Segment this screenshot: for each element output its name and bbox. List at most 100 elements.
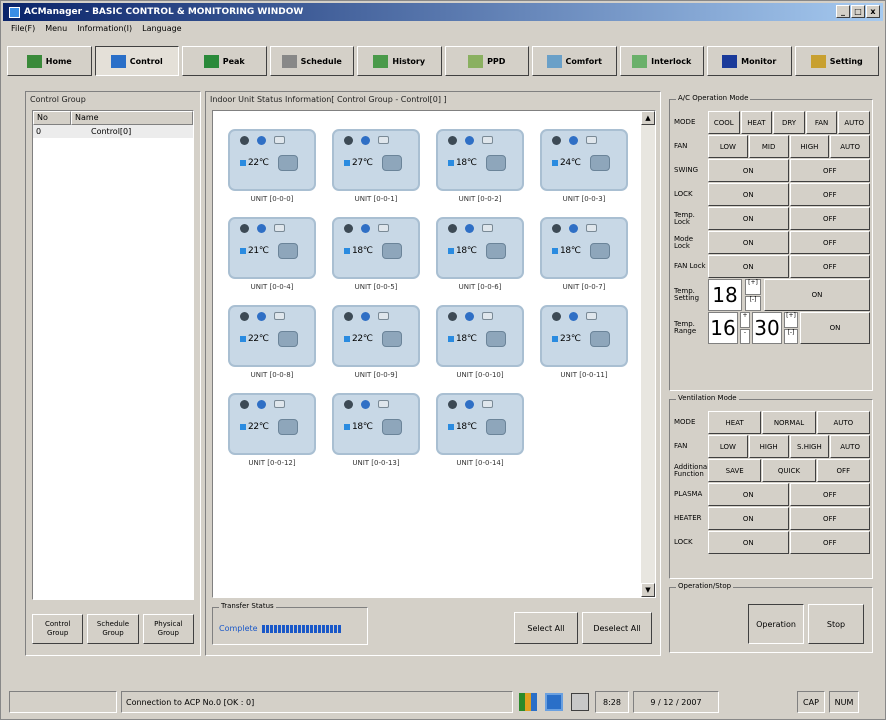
toolbar-setting-button[interactable]: Setting [794,46,879,76]
toolbar-monitor-button[interactable]: Monitor [707,46,792,76]
ac-fan-lock-on-button[interactable]: ON [708,255,789,278]
toolbar-schedule-button[interactable]: Schedule [269,46,354,76]
ac-mode-lock-off-button[interactable]: OFF [789,231,870,254]
vent-mode-normal-button[interactable]: NORMAL [762,411,816,434]
unit-card[interactable]: 22℃ [332,305,420,367]
toolbar-interlock-button[interactable]: Interlock [619,46,704,76]
ac-lock-on-button[interactable]: ON [708,183,789,206]
toolbar-control-button[interactable]: Control [94,46,179,76]
menu-information[interactable]: Information(I) [77,24,132,35]
menu-menu[interactable]: Menu [45,24,67,35]
unit-card[interactable]: 18℃ [436,393,524,455]
ac-mode-heat-button[interactable]: HEAT [740,111,773,134]
temp-range-high-decrease-button[interactable]: [-] [784,328,798,344]
ac-fan-lock-off-button[interactable]: OFF [789,255,870,278]
vent-save-button[interactable]: SAVE [708,459,762,482]
unit-card[interactable]: 21℃ [228,217,316,279]
ac-swing-on-button[interactable]: ON [708,159,789,182]
vent-heater-on-button[interactable]: ON [708,507,789,530]
indoor-unit[interactable]: 24℃ UNIT [0-0-3] [537,129,631,203]
unit-card[interactable]: 23℃ [540,305,628,367]
indoor-unit[interactable]: 18℃ UNIT [0-0-7] [537,217,631,291]
unit-card[interactable]: 18℃ [332,217,420,279]
unit-card[interactable]: 22℃ [228,393,316,455]
acp-status-icon[interactable] [545,693,563,711]
ac-fan-auto-button[interactable]: AUTO [830,135,870,158]
indoor-unit[interactable]: 18℃ UNIT [0-0-2] [433,129,527,203]
indoor-unit[interactable]: 18℃ UNIT [0-0-13] [329,393,423,467]
col-header-no[interactable]: No [33,111,71,125]
operation-button[interactable]: Operation [748,604,804,644]
temp-range-low-value[interactable]: 16 [708,312,738,344]
vent-mode-heat-button[interactable]: HEAT [708,411,762,434]
group-row[interactable]: 0 Control[0] [33,125,193,138]
ac-mode-dry-button[interactable]: DRY [773,111,805,134]
vent-fan-shigh-button[interactable]: S.HIGH [789,435,830,458]
menu-language[interactable]: Language [142,24,181,35]
temp-range-high-value[interactable]: 30 [752,312,782,344]
vent-plasma-off-button[interactable]: OFF [789,483,870,506]
unit-card[interactable]: 18℃ [332,393,420,455]
menu-file[interactable]: File(F) [11,24,35,35]
col-header-name[interactable]: Name [71,111,193,125]
deselect-all-button[interactable]: Deselect All [582,612,652,644]
ac-fan-low-button[interactable]: LOW [708,135,748,158]
ac-mode-lock-on-button[interactable]: ON [708,231,789,254]
unit-card[interactable]: 18℃ [540,217,628,279]
indoor-unit[interactable]: 18℃ UNIT [0-0-6] [433,217,527,291]
network-status-icon[interactable] [519,693,537,711]
ac-mode-cool-button[interactable]: COOL [708,111,740,134]
minimize-button[interactable]: _ [836,5,850,18]
temp-range-high-increase-button[interactable]: [+] [784,312,798,328]
scroll-down-arrow-icon[interactable]: ▼ [641,583,655,597]
vent-additional-off-button[interactable]: OFF [816,459,870,482]
indoor-unit[interactable]: 22℃ UNIT [0-0-8] [225,305,319,379]
indoor-unit[interactable]: 22℃ UNIT [0-0-9] [329,305,423,379]
schedule-group-button[interactable]: Schedule Group [87,614,139,644]
physical-group-button[interactable]: Physical Group [142,614,194,644]
unit-card[interactable]: 22℃ [228,129,316,191]
unit-card[interactable]: 27℃ [332,129,420,191]
vent-quick-button[interactable]: QUICK [762,459,816,482]
vent-plasma-on-button[interactable]: ON [708,483,789,506]
temp-range-low-decrease-button[interactable]: - [740,328,750,344]
ac-fan-high-button[interactable]: HIGH [789,135,830,158]
ac-fan-mid-button[interactable]: MID [748,135,789,158]
toolbar-history-button[interactable]: History [357,46,442,76]
control-group-button[interactable]: Control Group [32,614,84,644]
ac-temp-lock-on-button[interactable]: ON [708,207,789,230]
vent-heater-off-button[interactable]: OFF [789,507,870,530]
temp-setting-value[interactable]: 18 [708,279,742,311]
vent-mode-auto-button[interactable]: AUTO [816,411,870,434]
unit-card[interactable]: 18℃ [436,305,524,367]
vent-fan-high-button[interactable]: HIGH [748,435,789,458]
ac-swing-off-button[interactable]: OFF [789,159,870,182]
temp-range-low-increase-button[interactable]: + [740,312,750,328]
indoor-unit[interactable]: 23℃ UNIT [0-0-11] [537,305,631,379]
ac-mode-auto-button[interactable]: AUTO [838,111,870,134]
vent-lock-on-button[interactable]: ON [708,531,789,554]
indoor-unit[interactable]: 18℃ UNIT [0-0-10] [433,305,527,379]
toolbar-comfort-button[interactable]: Comfort [532,46,617,76]
indoor-unit[interactable]: 21℃ UNIT [0-0-4] [225,217,319,291]
unit-card[interactable]: 22℃ [228,305,316,367]
vent-fan-low-button[interactable]: LOW [708,435,748,458]
indoor-unit[interactable]: 18℃ UNIT [0-0-5] [329,217,423,291]
unit-card[interactable]: 18℃ [436,129,524,191]
select-all-button[interactable]: Select All [514,612,578,644]
indoor-unit[interactable]: 22℃ UNIT [0-0-12] [225,393,319,467]
printer-icon[interactable] [571,693,589,711]
indoor-unit[interactable]: 22℃ UNIT [0-0-0] [225,129,319,203]
maximize-button[interactable]: □ [851,5,865,18]
stop-button[interactable]: Stop [808,604,864,644]
temp-setting-increase-button[interactable]: [+] [745,279,761,295]
ac-lock-off-button[interactable]: OFF [789,183,870,206]
ac-temp-lock-off-button[interactable]: OFF [789,207,870,230]
temp-range-on-button[interactable]: ON [800,312,870,344]
indoor-unit[interactable]: 18℃ UNIT [0-0-14] [433,393,527,467]
toolbar-peak-button[interactable]: Peak [182,46,267,76]
unit-card[interactable]: 24℃ [540,129,628,191]
vent-fan-auto-button[interactable]: AUTO [830,435,870,458]
scroll-up-arrow-icon[interactable]: ▲ [641,111,655,125]
vent-lock-off-button[interactable]: OFF [789,531,870,554]
